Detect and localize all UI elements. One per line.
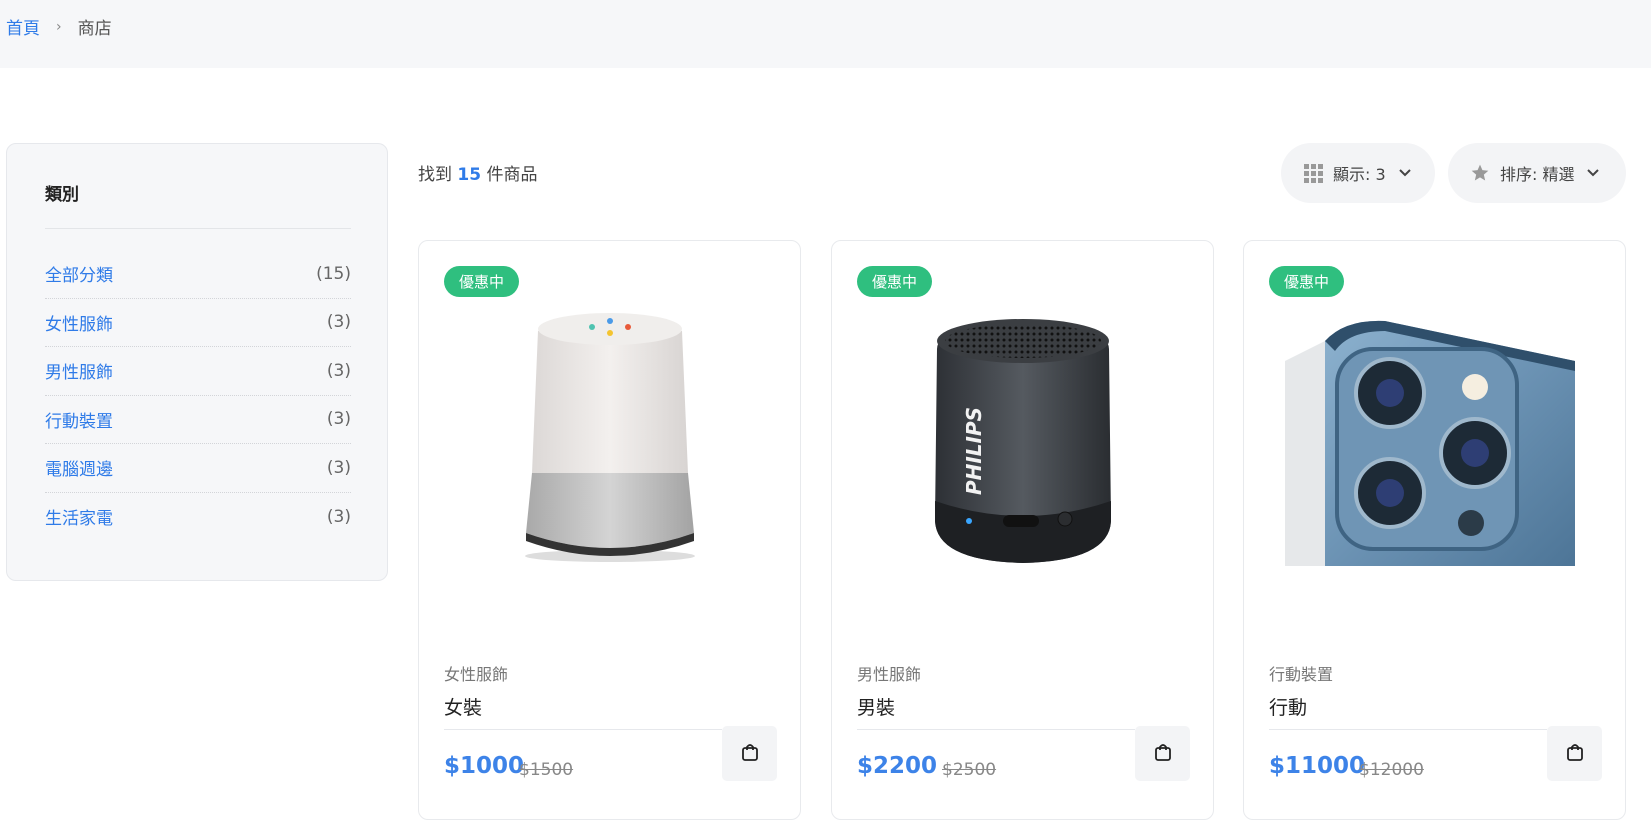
shopping-bag-icon [1565,742,1585,766]
product-price: $2200 [857,753,938,779]
add-to-cart-button[interactable] [722,726,777,781]
breadcrumb-separator: › [56,18,62,35]
chevron-down-icon [1398,168,1412,178]
card-divider [857,729,1135,730]
product-name[interactable]: 男裝 [857,693,895,720]
product-name[interactable]: 行動 [1269,693,1307,720]
sale-badge: 優惠中 [444,266,520,297]
sidebar-title: 類別 [45,185,79,205]
card-divider [1269,729,1547,730]
card-divider [444,729,722,730]
product-card[interactable]: 優惠中 PHILIPS 男性服飾 男裝 $2200 $2500 [831,240,1214,820]
sort-dropdown[interactable]: 排序: 精選 [1448,143,1626,203]
product-category: 女性服飾 [444,665,509,684]
product-old-price: $1500 [519,760,574,780]
product-card[interactable]: 優惠中 女性服飾 女裝 $1000 $1500 [418,240,801,820]
category-list: 全部分類 (15) 女性服飾 (3) 男性服飾 (3) 行動裝置 (3) 電腦週… [45,250,351,541]
add-to-cart-button[interactable] [1547,726,1602,781]
category-count: (15) [316,263,351,284]
product-price: $1000 [444,753,525,779]
grid-icon [1303,163,1323,183]
top-bar: 首頁 › 商店 [0,0,1651,68]
product-image-bluetooth-speaker[interactable]: PHILIPS [857,301,1189,566]
product-price: $11000 [1269,753,1366,779]
breadcrumb-home-link[interactable]: 首頁 [6,14,40,39]
product-old-price: $2500 [942,760,997,780]
product-card[interactable]: 優惠中 行動裝置 行動 $11000 $12000 [1243,240,1626,820]
shopping-bag-icon [1153,742,1173,766]
category-count: (3) [326,312,351,333]
result-count-text: 找到 15 件商品 [418,160,537,185]
chevron-down-icon [1586,168,1600,178]
category-count: (3) [326,360,351,381]
product-old-price: $12000 [1359,760,1424,780]
category-name[interactable]: 電腦週邊 [45,455,113,480]
sort-label: 排序: 精選 [1500,165,1575,184]
result-prefix: 找到 [418,165,452,185]
star-icon [1470,163,1490,183]
add-to-cart-button[interactable] [1135,726,1190,781]
breadcrumb-current: 商店 [77,19,112,39]
category-name[interactable]: 行動裝置 [45,407,113,432]
category-count: (3) [326,457,351,478]
product-image-phone-camera[interactable] [1269,301,1601,566]
product-category: 男性服飾 [857,665,922,684]
breadcrumb: 首頁 › 商店 [6,14,112,40]
show-count-label: 顯示: 3 [1333,165,1386,184]
result-count: 15 [457,165,482,185]
category-name[interactable]: 女性服飾 [45,310,113,335]
category-item-men[interactable]: 男性服飾 (3) [45,347,351,396]
category-count: (3) [326,506,351,527]
sidebar-divider [45,228,351,229]
category-name[interactable]: 男性服飾 [45,358,113,383]
show-count-dropdown[interactable]: 顯示: 3 [1281,143,1435,203]
category-item-all[interactable]: 全部分類 (15) [45,250,351,299]
category-name[interactable]: 生活家電 [45,504,113,529]
category-count: (3) [326,409,351,430]
category-item-appliance[interactable]: 生活家電 (3) [45,493,351,542]
sale-badge: 優惠中 [1269,266,1345,297]
shopping-bag-icon [740,742,760,766]
product-name[interactable]: 女裝 [444,693,482,720]
category-sidebar: 類別 全部分類 (15) 女性服飾 (3) 男性服飾 (3) 行動裝置 (3) … [6,143,388,581]
category-item-mobile[interactable]: 行動裝置 (3) [45,396,351,444]
speaker-brand-text: PHILIPS [962,407,986,495]
product-image-smart-speaker[interactable] [444,301,776,566]
category-name[interactable]: 全部分類 [45,261,113,286]
category-item-computer[interactable]: 電腦週邊 (3) [45,444,351,493]
product-category: 行動裝置 [1269,665,1334,684]
result-suffix: 件商品 [486,165,538,185]
category-item-women[interactable]: 女性服飾 (3) [45,299,351,347]
sale-badge: 優惠中 [857,266,933,297]
